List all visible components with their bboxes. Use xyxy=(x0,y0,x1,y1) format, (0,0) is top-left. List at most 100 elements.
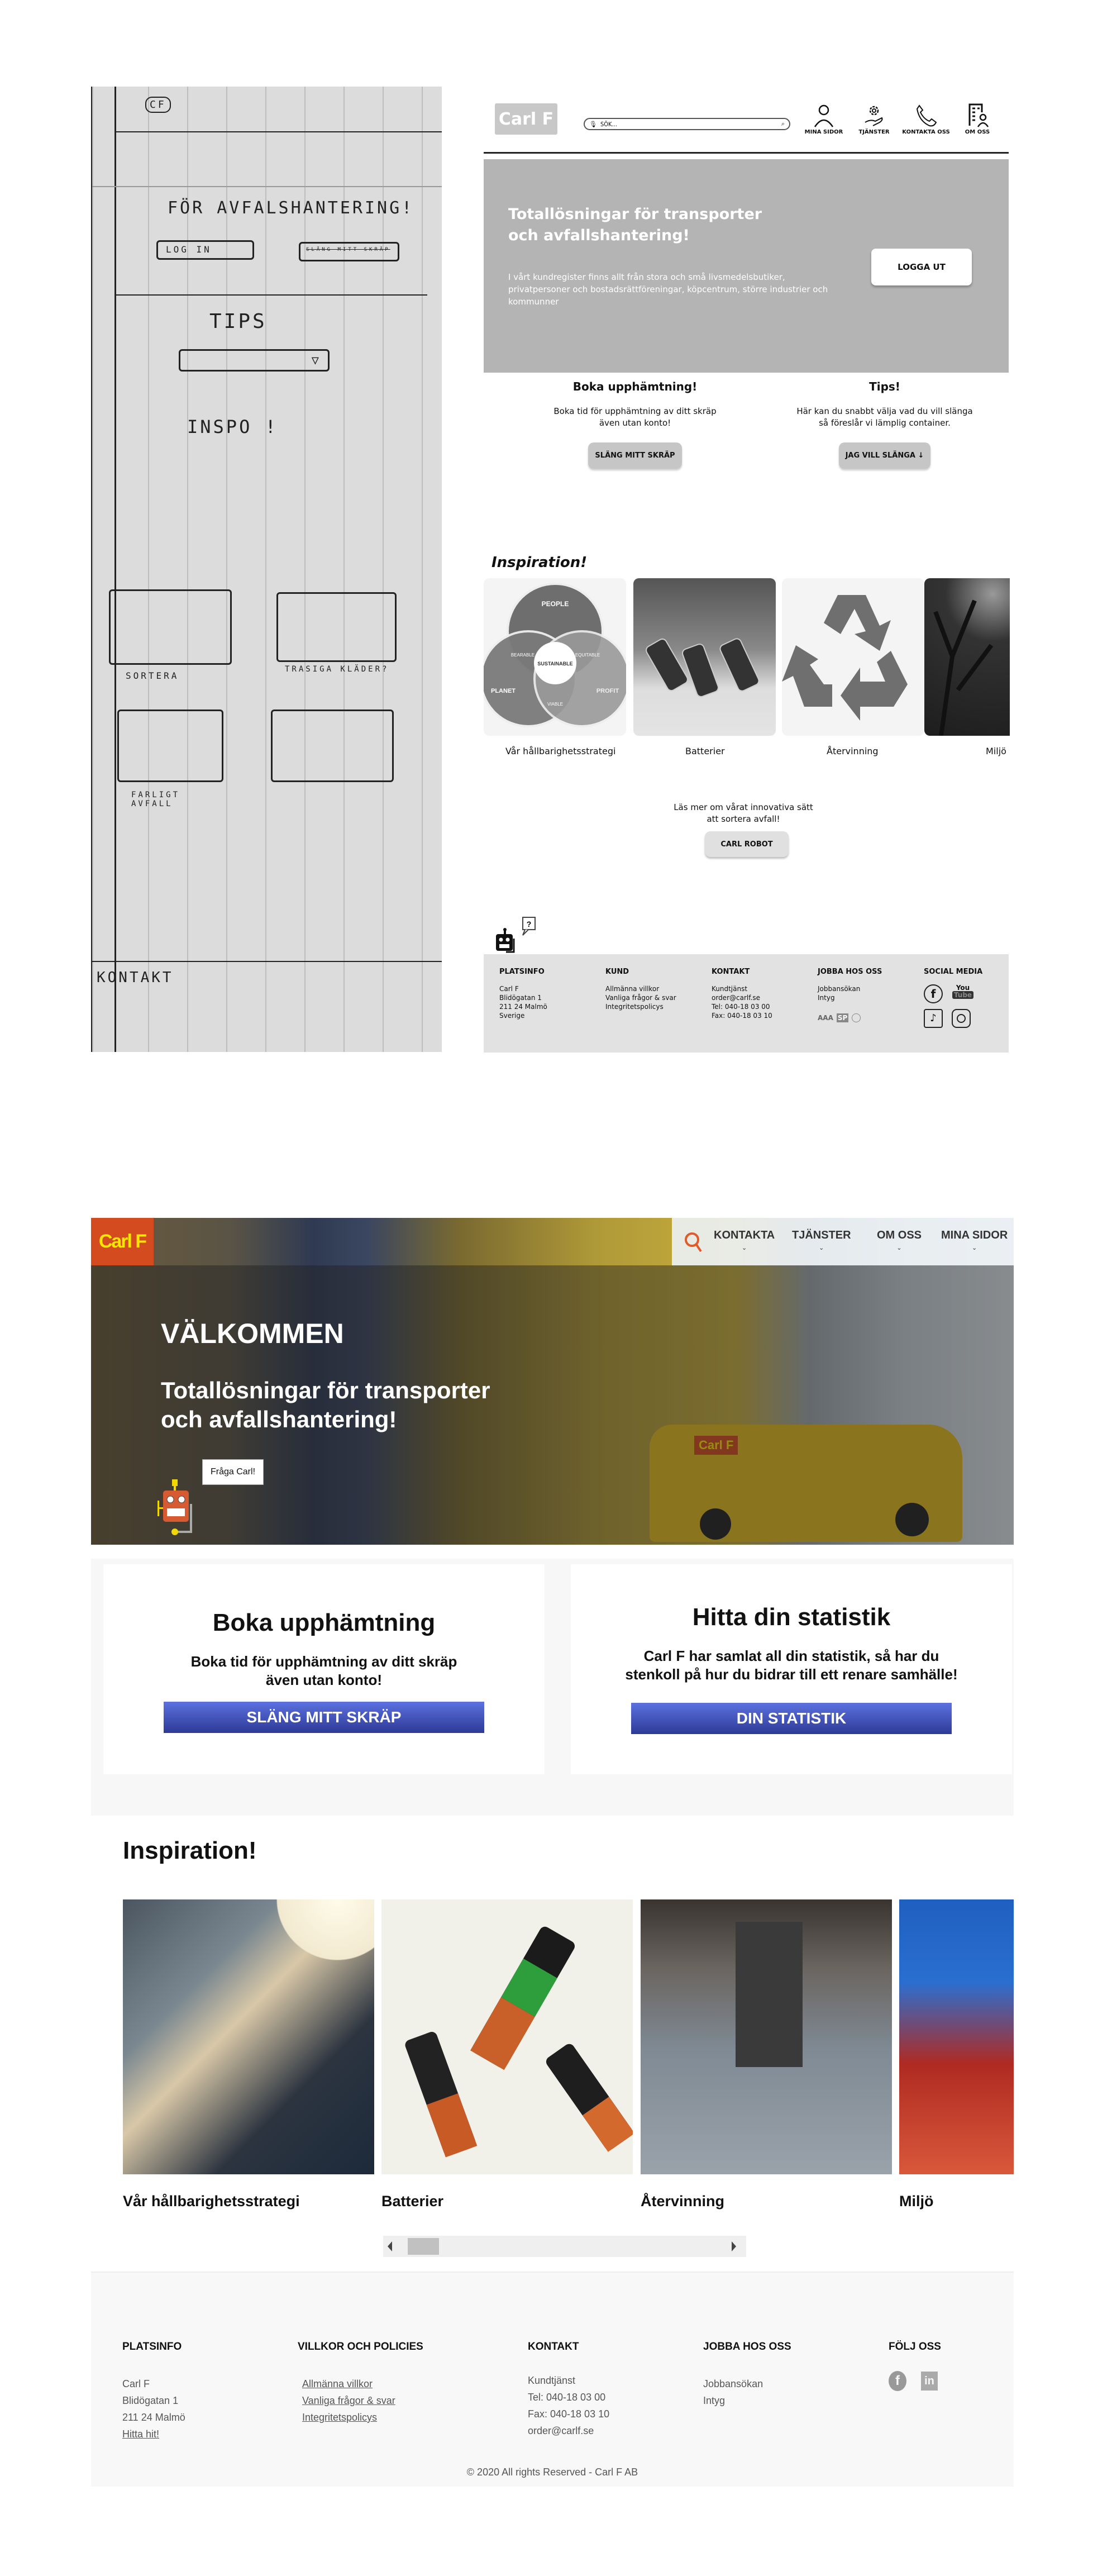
carl-robot-button[interactable]: CARL ROBOT xyxy=(705,831,789,857)
footer-platsinfo: PLATSINFO Carl F Blidögatan 1 211 24 Malmö H… xyxy=(122,2339,185,2442)
hero-title: Totallösningar för transporter och avfall… xyxy=(161,1377,490,1432)
chat-bubble[interactable]: Fråga Carl! xyxy=(202,1459,264,1485)
wireframe-slang-button[interactable]: SLÄNG MITT SKRÄP xyxy=(588,442,682,469)
sketch-card-sortera xyxy=(109,589,232,665)
sustainability-venn-diagram: PEOPLE PLANET PROFIT BEARABLE EQUITABLE … xyxy=(484,583,626,727)
sketch-footer-label: KONTAKT xyxy=(97,969,174,986)
sketch-tips-label: TIPS xyxy=(209,310,267,333)
wireframe-inspiration-title: Inspiration! xyxy=(491,554,588,571)
faq-link[interactable]: Vanliga frågor & svar xyxy=(302,2392,423,2409)
sketch-heading: FÖR AVFALSHANTERING! xyxy=(168,198,414,218)
footer: PLATSINFO Carl F Blidögatan 1 211 24 Malmö H… xyxy=(91,2272,1014,2487)
wireframe-caption: Vår hållbarighetsstrategi xyxy=(505,746,616,756)
sketch-tips-dropdown: ▽ xyxy=(179,349,330,372)
header-divider xyxy=(484,152,1009,154)
welcome-heading: VÄLKOMMEN xyxy=(161,1318,344,1349)
tiktok-icon[interactable]: ♪ xyxy=(924,1009,943,1028)
wireframe-nav-om-oss[interactable]: OM OSS xyxy=(949,103,1005,135)
svg-text:SUSTAINABLE: SUSTAINABLE xyxy=(537,661,572,666)
wf-footer-platsinfo: PLATSINFO Carl F Blidögatan 1 211 24 Malmö S… xyxy=(499,968,547,1020)
inspiration-card-strategi[interactable] xyxy=(123,1899,374,2174)
wireframe-card-venn[interactable]: PEOPLE PLANET PROFIT BEARABLE EQUITABLE … xyxy=(484,578,626,736)
microphone-icon[interactable]: 🎙︎ xyxy=(589,121,597,128)
wireframe-col-boka: Boka upphämtning! Boka tid för upphämtni… xyxy=(534,380,736,469)
wireframe-col-tips: Tips! Här kan du snabbt välja vad du vil… xyxy=(784,380,985,469)
robot-help-icon[interactable]: ? xyxy=(489,916,540,955)
hitta-hit-link[interactable]: Hitta hit! xyxy=(122,2426,185,2442)
footer-kontakt: KONTAKT Kundtjänst Tel: 040-18 03 00 Fax: 0… xyxy=(528,2341,610,2436)
svg-text:EQUITABLE: EQUITABLE xyxy=(575,653,600,658)
svg-text:VIABLE: VIABLE xyxy=(547,702,563,707)
person-icon xyxy=(814,104,834,127)
hero-banner: Carl F VÄLKOMMEN Totallösningar för tran… xyxy=(91,1218,1014,1545)
scroll-left-arrow[interactable] xyxy=(388,2241,392,2251)
wireframe-hero-title: Totallösningar för transporter och avfall… xyxy=(508,206,762,244)
wireframe-footer: PLATSINFO Carl F Blidögatan 1 211 24 Malmö S… xyxy=(484,954,1009,1053)
nav-mina-sidor[interactable]: MINA SIDOR ⌄ xyxy=(941,1229,1008,1251)
inspiration-caption: Återvinning xyxy=(641,2193,725,2210)
facebook-icon[interactable]: f xyxy=(889,2371,906,2391)
wireframe-hero: Totallösningar för transporter och avfall… xyxy=(484,159,1009,373)
chevron-down-icon: ⌄ xyxy=(819,1245,824,1251)
facebook-icon[interactable]: f xyxy=(924,984,943,1003)
wireframe-search-input[interactable]: 🎙︎ SÖK... ⌕ xyxy=(584,118,790,130)
slang-mitt-skrap-button[interactable]: SLÄNG MITT SKRÄP xyxy=(164,1702,484,1733)
search-icon[interactable]: ⌕ xyxy=(781,120,785,128)
robot-chat-icon[interactable] xyxy=(155,1479,206,1545)
horizontal-scrollbar[interactable] xyxy=(383,2236,746,2257)
nav-om-oss[interactable]: OM OSS ⌄ xyxy=(877,1229,922,1251)
svg-text:PLANET: PLANET xyxy=(491,688,516,694)
sketch-inspo-label: INSPO ! xyxy=(187,416,278,437)
nav-tjanster[interactable]: TJÄNSTER ⌄ xyxy=(792,1229,851,1251)
wireframe-nav-mina-sidor[interactable]: MINA SIDOR xyxy=(796,103,852,135)
instagram-icon[interactable] xyxy=(952,1009,971,1028)
svg-text:?: ? xyxy=(527,920,532,928)
paper-sketch: CF FÖR AVFALSHANTERING! LOG IN SLÄNG MIT… xyxy=(91,87,442,1052)
chevron-down-icon: ⌄ xyxy=(896,1245,902,1251)
svg-text:PEOPLE: PEOPLE xyxy=(542,600,569,608)
inspiration-card-atervinning[interactable] xyxy=(641,1899,892,2174)
scroll-right-arrow[interactable] xyxy=(732,2241,736,2251)
inspiration-caption: Miljö xyxy=(899,2193,934,2210)
scrollbar-thumb[interactable] xyxy=(407,2238,439,2255)
building-person-icon xyxy=(968,103,989,127)
wireframe-caption: Miljö xyxy=(986,746,1006,756)
wf-footer-social: SOCIAL MEDIA f You Tube ♪ xyxy=(924,968,982,1028)
card-boka: Boka upphämtning Boka tid för upphämtnin… xyxy=(103,1564,545,1774)
din-statistik-button[interactable]: DIN STATISTIK xyxy=(631,1703,952,1734)
batteries-photo xyxy=(646,638,760,697)
wireframe-nav-tjanster[interactable]: TJÄNSTER xyxy=(846,103,902,135)
sketch-second-box: SLÄNG MITT SKRÄP xyxy=(299,242,399,261)
linkedin-icon[interactable]: in xyxy=(921,2372,938,2391)
inspiration-caption: Batterier xyxy=(381,2193,444,2210)
sketch-card-klader xyxy=(276,592,397,662)
certification-badges: AAA SP xyxy=(818,1013,882,1022)
wireframe-jag-vill-slanga-button[interactable]: JAG VILL SLÄNGA ↓ xyxy=(838,442,931,469)
wf-footer-kontakt: KONTAKT Kundtjänst order@carlf.se Tel: 040-… xyxy=(712,968,772,1020)
inspiration-caption: Vår hållbarighetsstrategi xyxy=(123,2193,300,2210)
logout-button[interactable]: LOGGA UT xyxy=(871,249,972,285)
youtube-icon[interactable]: You Tube xyxy=(952,984,974,1003)
carl-f-logo[interactable]: Carl F xyxy=(91,1218,154,1265)
footer-folj-oss: FÖLJ OSS f in xyxy=(889,2339,941,2391)
wireframe-logo[interactable]: Carl F xyxy=(495,103,557,135)
integritetspolicy-link[interactable]: Integritetspolicys xyxy=(302,2409,423,2426)
wireframe-nav-kontakta[interactable]: KONTAKTA OSS xyxy=(898,103,954,135)
recycle-icon xyxy=(782,595,908,721)
nav-kontakta[interactable]: KONTAKTA ⌄ xyxy=(714,1229,775,1251)
card-statistik: Hitta din statistik Carl F har samlat al… xyxy=(571,1564,1012,1774)
wireframe-caption: Batterier xyxy=(685,746,725,756)
wireframe-card-miljo[interactable] xyxy=(924,578,1010,736)
gear-hand-icon xyxy=(865,106,883,126)
inspiration-card-miljo[interactable] xyxy=(899,1899,1014,2174)
chevron-down-icon: ⌄ xyxy=(742,1245,747,1251)
wireframe-card-atervinning[interactable] xyxy=(782,578,924,736)
copyright: © 2020 All rights Reserved - Carl F AB xyxy=(466,2467,638,2478)
wireframe-card-batterier[interactable] xyxy=(633,578,776,736)
search-icon[interactable] xyxy=(683,1231,703,1256)
wf-footer-jobba: JOBBA HOS OSS Jobbansökan Intyg AAA SP xyxy=(818,968,882,1022)
inspiration-card-batterier[interactable] xyxy=(381,1899,633,2174)
chevron-down-icon: ⌄ xyxy=(972,1245,977,1251)
allmanna-villkor-link[interactable]: Allmänna villkor xyxy=(302,2375,423,2392)
sketch-card-empty xyxy=(271,710,394,782)
